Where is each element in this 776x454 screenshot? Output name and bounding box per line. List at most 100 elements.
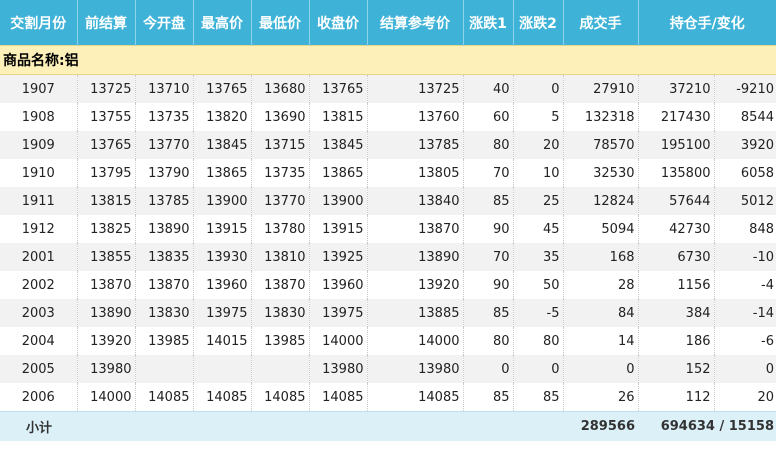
cell-high: 13960	[193, 271, 252, 299]
cell-oi-change: 8544	[714, 103, 776, 131]
table-row[interactable]: 2004 13920 13985 14015 13985 14000 14000 80 80 14…	[0, 327, 776, 355]
cell-close: 13815	[309, 103, 368, 131]
table-row[interactable]: 1909 13765 13770 13845 13715 13845 13785 80 20 78…	[0, 131, 776, 159]
cell-open-interest: 57644	[638, 187, 715, 215]
cell-settle-ref: 13805	[367, 159, 464, 187]
cell-volume: 26	[563, 383, 639, 412]
cell-oi-change: -10	[714, 243, 776, 271]
subtotal-empty	[513, 411, 563, 441]
table-row[interactable]: 1911 13815 13785 13900 13770 13900 13840 85 25 12…	[0, 187, 776, 215]
col-header-prev-settle[interactable]: 前结算	[77, 0, 136, 46]
table-row[interactable]: 1910 13795 13790 13865 13735 13865 13805 70 10 32…	[0, 159, 776, 187]
cell-change2: 85	[513, 383, 564, 412]
cell-settle-ref: 13870	[367, 215, 464, 243]
subtotal-row: 小计 289566 694634 / 15158	[0, 411, 776, 441]
cell-oi-change: -9210	[714, 74, 776, 103]
subtotal-empty	[251, 411, 309, 441]
cell-change2: 5	[513, 103, 564, 131]
cell-prev-settle: 13755	[77, 103, 136, 131]
cell-delivery-month: 2004	[0, 327, 78, 355]
cell-high: 14015	[193, 327, 252, 355]
table-row[interactable]: 2001 13855 13835 13930 13810 13925 13890 70 35 16…	[0, 243, 776, 271]
table-row[interactable]: 2002 13870 13870 13960 13870 13960 13920 90 50 28…	[0, 271, 776, 299]
table-row[interactable]: 1908 13755 13735 13820 13690 13815 13760 60 5 132…	[0, 103, 776, 131]
cell-prev-settle: 14000	[77, 383, 136, 412]
cell-volume: 0	[563, 355, 639, 383]
subtotal-label: 小计	[0, 411, 77, 441]
cell-change1: 90	[463, 271, 514, 299]
cell-open: 13890	[135, 215, 194, 243]
cell-delivery-month: 2005	[0, 355, 78, 383]
col-header-change1[interactable]: 涨跌1	[463, 0, 514, 46]
cell-prev-settle: 13980	[77, 355, 136, 383]
cell-prev-settle: 13765	[77, 131, 136, 159]
cell-volume: 132318	[563, 103, 639, 131]
cell-low: 13830	[251, 299, 310, 327]
col-header-close[interactable]: 收盘价	[309, 0, 368, 46]
col-header-delivery-month[interactable]: 交割月份	[0, 0, 78, 46]
cell-close: 13975	[309, 299, 368, 327]
cell-settle-ref: 13725	[367, 74, 464, 103]
col-header-open-interest[interactable]: 持仓手/变化	[638, 0, 776, 46]
table-row[interactable]: 1907 13725 13710 13765 13680 13765 13725 40 0 279…	[0, 74, 776, 103]
cell-settle-ref: 13980	[367, 355, 464, 383]
cell-volume: 84	[563, 299, 639, 327]
cell-change2: 0	[513, 355, 564, 383]
cell-close: 13915	[309, 215, 368, 243]
col-header-low[interactable]: 最低价	[251, 0, 310, 46]
cell-prev-settle: 13795	[77, 159, 136, 187]
cell-volume: 27910	[563, 74, 639, 103]
cell-change1: 85	[463, 299, 514, 327]
cell-open: 13770	[135, 131, 194, 159]
cell-oi-change: -4	[714, 271, 776, 299]
col-header-open[interactable]: 今开盘	[135, 0, 194, 46]
col-header-settle-ref[interactable]: 结算参考价	[367, 0, 464, 46]
cell-prev-settle: 13815	[77, 187, 136, 215]
cell-low	[251, 355, 310, 383]
col-header-change2[interactable]: 涨跌2	[513, 0, 564, 46]
table-row[interactable]: 2005 13980 13980 13980 0 0 0 152 0	[0, 355, 776, 383]
cell-volume: 14	[563, 327, 639, 355]
cell-prev-settle: 13920	[77, 327, 136, 355]
cell-delivery-month: 2002	[0, 271, 78, 299]
cell-change1: 70	[463, 159, 514, 187]
cell-change1: 85	[463, 187, 514, 215]
cell-oi-change: 6058	[714, 159, 776, 187]
cell-settle-ref: 14000	[367, 327, 464, 355]
col-header-high[interactable]: 最高价	[193, 0, 252, 46]
table-row[interactable]: 1912 13825 13890 13915 13780 13915 13870 90 45 50…	[0, 215, 776, 243]
section-row: 商品名称:铝	[0, 45, 776, 75]
cell-open-interest: 6730	[638, 243, 715, 271]
cell-delivery-month: 1908	[0, 103, 78, 131]
cell-open: 13985	[135, 327, 194, 355]
cell-low: 13810	[251, 243, 310, 271]
subtotal-empty	[309, 411, 367, 441]
cell-low: 13735	[251, 159, 310, 187]
cell-change2: -5	[513, 299, 564, 327]
subtotal-volume: 289566	[563, 411, 638, 441]
cell-delivery-month: 1912	[0, 215, 78, 243]
subtotal-empty	[463, 411, 513, 441]
cell-open-interest: 42730	[638, 215, 715, 243]
cell-oi-change: 5012	[714, 187, 776, 215]
cell-change1: 70	[463, 243, 514, 271]
cell-delivery-month: 1909	[0, 131, 78, 159]
cell-open-interest: 112	[638, 383, 715, 412]
cell-open-interest: 135800	[638, 159, 715, 187]
cell-open: 13830	[135, 299, 194, 327]
cell-prev-settle: 13890	[77, 299, 136, 327]
table-row[interactable]: 2003 13890 13830 13975 13830 13975 13885 85 -5 84…	[0, 299, 776, 327]
cell-open: 14085	[135, 383, 194, 412]
cell-settle-ref: 13920	[367, 271, 464, 299]
cell-volume: 12824	[563, 187, 639, 215]
table-row[interactable]: 2006 14000 14085 14085 14085 14085 14085 85 85 26…	[0, 383, 776, 412]
cell-close: 13865	[309, 159, 368, 187]
cell-low: 13780	[251, 215, 310, 243]
cell-high: 13930	[193, 243, 252, 271]
col-header-volume[interactable]: 成交手	[563, 0, 639, 46]
cell-open-interest: 195100	[638, 131, 715, 159]
cell-open-interest: 1156	[638, 271, 715, 299]
aluminum-futures-table: 交割月份 前结算 今开盘 最高价 最低价 收盘价 结算参考价 涨跌1 涨跌2 成…	[0, 0, 776, 441]
cell-volume: 5094	[563, 215, 639, 243]
cell-open-interest: 217430	[638, 103, 715, 131]
